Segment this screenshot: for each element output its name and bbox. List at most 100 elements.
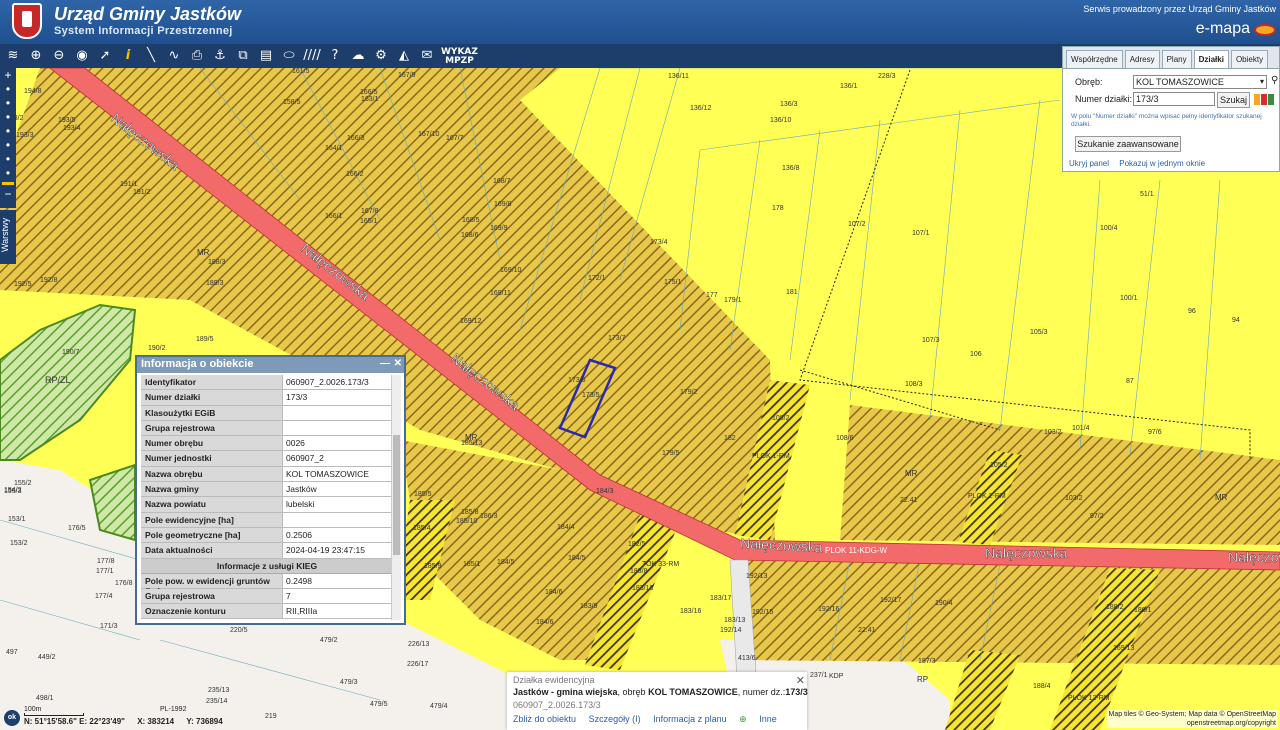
zoom-slider-handle[interactable] <box>2 182 14 185</box>
wykaz-mpzp-button[interactable]: WYKAZ MPZP <box>441 47 478 66</box>
color-swatch-green[interactable] <box>1268 94 1274 105</box>
parcel-label: 136/11 <box>668 73 689 80</box>
zone-label: TOK 33-RM <box>642 561 679 568</box>
parcel-label: 171/3 <box>100 623 118 630</box>
export-icon[interactable]: ⧉ <box>234 47 252 65</box>
parcel-label: 101/4 <box>1072 425 1090 432</box>
parcel-label: 158/5 <box>283 99 301 106</box>
ok-button[interactable]: ok <box>4 710 20 726</box>
row-key: Pole ewidencyjne [ha] <box>141 512 283 527</box>
info-icon[interactable]: i <box>119 47 137 65</box>
parcel-label: 169/13 <box>1113 645 1135 652</box>
parcel-label: 192/14 <box>720 627 742 634</box>
measure-path-icon[interactable]: ∿ <box>165 47 183 65</box>
color-swatch-orange[interactable] <box>1254 94 1260 105</box>
single-window-link[interactable]: Pokazuj w jednym oknie <box>1119 159 1205 168</box>
road-label: Nałęczowska <box>298 240 373 304</box>
search-icon[interactable]: ⚲ <box>1271 75 1278 86</box>
hide-panel-link[interactable]: Ukryj panel <box>1069 159 1109 168</box>
table-row: Numer obrębu 0026 <box>141 436 393 452</box>
tab-coordinates[interactable]: Współrzędne <box>1066 50 1123 68</box>
popup-description: Jastków - gmina wiejska, obręb KOL TOMAS… <box>513 687 808 697</box>
coat-of-arms-logo[interactable] <box>12 3 42 39</box>
search-button[interactable]: Szukaj <box>1217 92 1250 108</box>
parcel-label: 168/6 <box>461 232 479 239</box>
zoom-level-icon[interactable]: • <box>0 96 16 110</box>
obreb-select-value: KOL TOMASZOWICE <box>1136 77 1224 87</box>
shape-icon[interactable]: ⬭ <box>280 47 298 65</box>
zoom-level-icon[interactable]: • <box>0 82 16 96</box>
row-value: 173/3 <box>283 390 393 405</box>
attribution-line-2[interactable]: openstreetmap.org/copyright <box>1109 719 1276 728</box>
plus-circle-icon[interactable]: ⊕ <box>739 714 747 724</box>
row-value: KOL TOMASZOWICE <box>283 466 393 482</box>
parcel-label: 184/3 <box>596 488 614 495</box>
parcel-label: 181 <box>786 289 798 296</box>
zoom-in-button[interactable]: + <box>0 68 16 82</box>
parcel-label: 136/8 <box>782 165 800 172</box>
details-link[interactable]: Szczegóły (I) <box>589 714 641 724</box>
zoom-level-icon[interactable]: • <box>0 138 16 152</box>
anchor-icon[interactable]: ⚓ <box>211 47 229 65</box>
advanced-search-button[interactable]: Szukanie zaawansowane <box>1075 136 1181 152</box>
parcel-label: 228/3 <box>878 73 896 80</box>
row-key: Identyfikator <box>141 375 283 390</box>
zoom-to-object-link[interactable]: Zbliż do obiektu <box>513 714 576 724</box>
measure-line-icon[interactable]: ╲ <box>142 47 160 65</box>
zoom-out-button[interactable]: − <box>0 187 16 201</box>
tab-plans[interactable]: Plany <box>1161 50 1192 68</box>
pointer-icon[interactable]: ➚ <box>96 47 114 65</box>
parcel-label: 183/8 <box>630 568 648 575</box>
parcel-number-input[interactable]: 173/3 <box>1133 92 1215 106</box>
parcel-label: 178 <box>772 205 784 212</box>
cloud-icon[interactable]: ☁ <box>349 47 367 65</box>
scrollbar-thumb[interactable] <box>393 435 400 555</box>
zoom-in-icon[interactable]: ⊕ <box>27 47 45 65</box>
layers-tab[interactable]: Warstwy <box>0 210 16 264</box>
other-link[interactable]: Inne <box>759 714 777 724</box>
zone-label: MR <box>197 248 210 257</box>
tab-parcels[interactable]: Działki <box>1193 50 1229 68</box>
tab-addresses[interactable]: Adresy <box>1124 50 1160 68</box>
print-icon[interactable]: ⎙ <box>188 47 206 65</box>
parcel-label: 185/4 <box>413 525 431 532</box>
parcel-label: 226/17 <box>407 661 429 668</box>
parcel-label: 177 <box>706 292 718 299</box>
share-icon[interactable]: ✉ <box>418 47 436 65</box>
info-scrollbar[interactable] <box>391 375 401 620</box>
zoom-out-icon[interactable]: ⊖ <box>50 47 68 65</box>
parcel-label: 186/3 <box>480 513 498 520</box>
zoom-level-icon[interactable]: • <box>0 110 16 124</box>
color-swatch-red[interactable] <box>1261 94 1267 105</box>
obreb-select[interactable]: KOL TOMASZOWICE ▾ <box>1133 75 1267 89</box>
parcel-label: 479/2 <box>320 637 338 644</box>
layers-icon[interactable]: ≋ <box>4 47 22 65</box>
emapa-logo-icon <box>1254 24 1276 36</box>
table-icon[interactable]: ▤ <box>257 47 275 65</box>
minimize-icon[interactable]: — <box>380 358 390 369</box>
scale-line <box>24 713 84 716</box>
hatch-icon[interactable]: //// <box>303 47 321 65</box>
parcel-label: 192/13 <box>746 573 768 580</box>
tab-objects[interactable]: Obiekty <box>1230 50 1269 68</box>
zoom-level-icon[interactable]: • <box>0 124 16 138</box>
plan-info-link[interactable]: Informacja z planu <box>653 714 727 724</box>
zoom-level-icon[interactable]: • <box>0 152 16 166</box>
settings-icon[interactable]: ⚙ <box>372 47 390 65</box>
close-icon[interactable]: ✕ <box>394 358 402 369</box>
full-extent-icon[interactable]: ◉ <box>73 47 91 65</box>
zoom-level-icon[interactable]: • <box>0 166 16 180</box>
zone-label: PLOK 12-RM <box>1068 695 1110 702</box>
close-icon[interactable]: ✕ <box>796 674 805 687</box>
zone-label: 22.41 <box>900 497 918 504</box>
parcel-label: 103/2 <box>1065 495 1083 502</box>
sun-icon[interactable]: ◭ <box>395 47 413 65</box>
parcel-label: 155/2 <box>14 480 32 487</box>
help-icon[interactable]: ? <box>326 47 344 65</box>
parcel-label: 185/5 <box>414 491 432 498</box>
row-value: 2024-04-19 23:47:15 <box>283 543 393 558</box>
popup-links: Zbliż do obiektu Szczegóły (I) Informacj… <box>513 714 787 725</box>
parcel-label: 226/13 <box>408 641 430 648</box>
parcel-label: 179/5 <box>662 450 680 457</box>
zone-label: RP/ZL <box>45 375 71 385</box>
